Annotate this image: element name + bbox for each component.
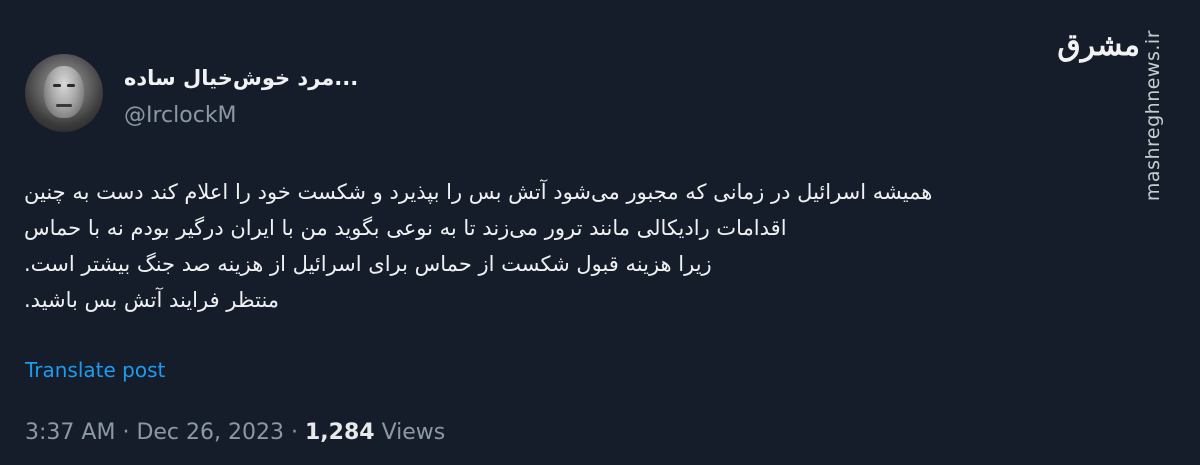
avatar-face (44, 66, 84, 118)
tweet-time[interactable]: 3:37 AM (25, 420, 115, 445)
tweet-date[interactable]: Dec 26, 2023 (136, 420, 284, 445)
tweet-line: زیرا هزینه قبول شکست از حماس برای اسرائی… (24, 252, 712, 276)
site-watermark: mashreghnews.ir (1142, 30, 1164, 202)
tweet-text: همیشه اسرائیل در زمانی که مجبور می‌شود آ… (24, 174, 1144, 318)
views-label: Views (381, 420, 446, 445)
translate-post-link[interactable]: Translate post (25, 358, 165, 382)
avatar-eye-left (53, 84, 61, 87)
mashregh-logo: مشرق (1057, 28, 1140, 63)
meta-separator: · (122, 420, 130, 445)
avatar-eye-right (67, 84, 75, 87)
views-count: 1,284 (304, 420, 375, 445)
avatar[interactable] (25, 54, 103, 132)
tweet-line: منتظر فرایند آتش بس باشید. (24, 288, 280, 312)
tweet-line: همیشه اسرائیل در زمانی که مجبور می‌شود آ… (24, 180, 933, 204)
tweet-line: اقدامات رادیکالی مانند ترور می‌زند تا به… (24, 216, 787, 240)
author-handle[interactable]: @IrclockM (124, 103, 237, 128)
meta-separator: · (290, 420, 298, 445)
avatar-mouth (56, 104, 72, 107)
tweet-meta: 3:37 AM · Dec 26, 2023 · 1,284 Views (25, 420, 445, 445)
author-display-name[interactable]: ...مرد خوش‌خیال ساده (124, 66, 358, 90)
